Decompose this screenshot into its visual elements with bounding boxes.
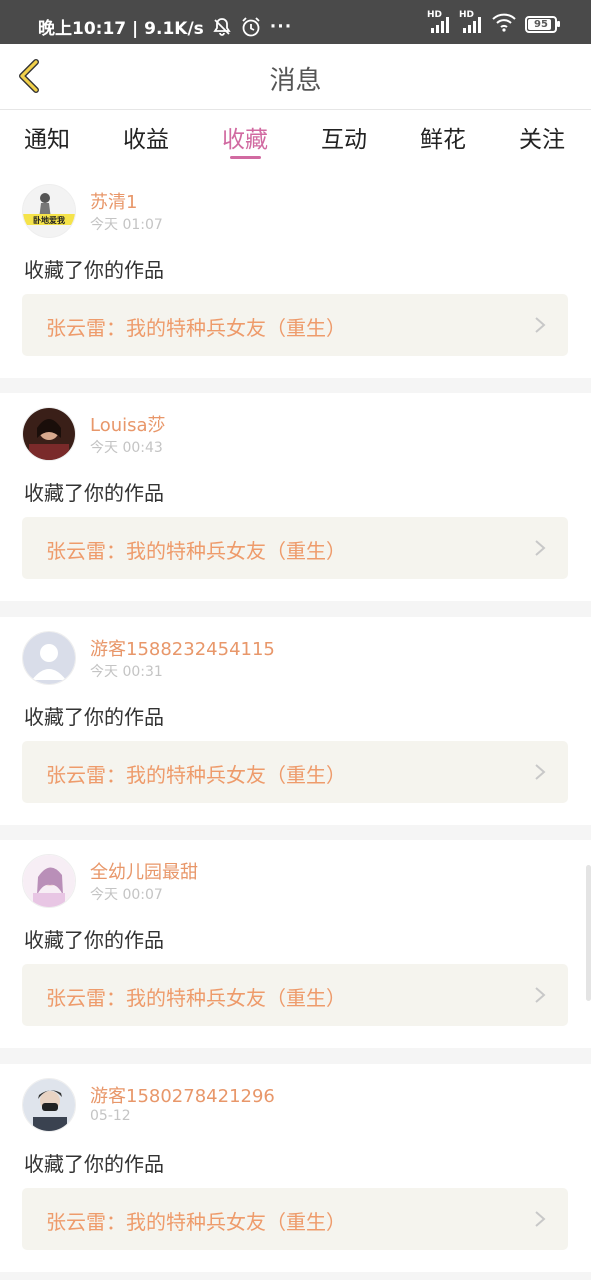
action-text: 收藏了你的作品 bbox=[24, 928, 164, 952]
timestamp: 今天 01:07 bbox=[90, 217, 163, 233]
avatar[interactable]: 卧地爱我 bbox=[22, 184, 76, 238]
time-speed: 晚上10:17 | 9.1K/s bbox=[38, 19, 204, 39]
avatar-caption: 卧地爱我 bbox=[33, 216, 65, 225]
default-avatar-icon[interactable] bbox=[22, 631, 76, 685]
list-item: 全幼儿园最甜 今天 00:07 收藏了你的作品 张云雷：我的特种兵女友（重生） bbox=[0, 840, 591, 1048]
action-text: 收藏了你的作品 bbox=[24, 481, 164, 505]
chevron-right-icon bbox=[535, 764, 546, 780]
tab-interaction[interactable]: 互动 bbox=[321, 120, 367, 154]
work-link[interactable]: 张云雷：我的特种兵女友（重生） bbox=[22, 294, 568, 356]
work-title: 张云雷：我的特种兵女友（重生） bbox=[46, 539, 346, 563]
work-link[interactable]: 张云雷：我的特种兵女友（重生） bbox=[22, 1188, 568, 1250]
signal-icon: HD bbox=[459, 10, 483, 34]
work-title: 张云雷：我的特种兵女友（重生） bbox=[46, 316, 346, 340]
action-text: 收藏了你的作品 bbox=[24, 705, 164, 729]
chevron-right-icon bbox=[535, 540, 546, 556]
list-item: 游客1588232454115 今天 00:31 收藏了你的作品 张云雷：我的特… bbox=[0, 617, 591, 825]
work-link[interactable]: 张云雷：我的特种兵女友（重生） bbox=[22, 517, 568, 579]
avatar[interactable] bbox=[22, 854, 76, 908]
action-text: 收藏了你的作品 bbox=[24, 258, 164, 282]
mute-bell-icon bbox=[212, 17, 232, 37]
signal-icon: HD bbox=[427, 10, 451, 34]
battery-icon: 95 bbox=[525, 15, 560, 33]
list-item: Louisa莎 今天 00:43 收藏了你的作品 张云雷：我的特种兵女友（重生） bbox=[0, 393, 591, 601]
chevron-right-icon bbox=[535, 1211, 546, 1227]
avatar[interactable] bbox=[22, 1078, 76, 1132]
page-title: 消息 bbox=[269, 66, 322, 96]
tab-notification[interactable]: 通知 bbox=[24, 120, 70, 154]
timestamp: 今天 00:31 bbox=[90, 664, 163, 680]
more-dots: ··· bbox=[269, 16, 293, 37]
username[interactable]: 全幼儿园最甜 bbox=[90, 858, 198, 884]
avatar[interactable] bbox=[22, 407, 76, 461]
list-item: 卧地爱我 苏清1 今天 01:07 收藏了你的作品 张云雷：我的特种兵女友（重生… bbox=[0, 170, 591, 378]
status-left: 晚上10:17 | 9.1K/s ··· bbox=[38, 14, 293, 40]
timestamp: 今天 00:07 bbox=[90, 887, 163, 903]
tab-follow[interactable]: 关注 bbox=[519, 120, 565, 154]
wifi-icon bbox=[491, 12, 517, 36]
action-text: 收藏了你的作品 bbox=[24, 1152, 164, 1176]
work-title: 张云雷：我的特种兵女友（重生） bbox=[46, 1210, 346, 1234]
tab-earnings[interactable]: 收益 bbox=[123, 120, 169, 154]
nav-bar: 消息 bbox=[0, 44, 591, 110]
work-title: 张云雷：我的特种兵女友（重生） bbox=[46, 986, 346, 1010]
tab-favorites[interactable]: 收藏 bbox=[222, 120, 268, 154]
work-title: 张云雷：我的特种兵女友（重生） bbox=[46, 763, 346, 787]
username[interactable]: Louisa莎 bbox=[90, 411, 166, 437]
status-right: HD HD 95 bbox=[427, 10, 560, 36]
scrollbar[interactable] bbox=[586, 865, 591, 1001]
username[interactable]: 游客1588232454115 bbox=[90, 635, 275, 661]
timestamp: 今天 00:43 bbox=[90, 440, 163, 456]
work-link[interactable]: 张云雷：我的特种兵女友（重生） bbox=[22, 964, 568, 1026]
username[interactable]: 苏清1 bbox=[90, 188, 137, 214]
list-item: 游客1580278421296 05-12 收藏了你的作品 张云雷：我的特种兵女… bbox=[0, 1064, 591, 1272]
chevron-right-icon bbox=[535, 987, 546, 1003]
tab-bar: 通知 收益 收藏 互动 鲜花 关注 bbox=[0, 110, 591, 170]
active-tab-indicator bbox=[230, 156, 261, 159]
chevron-right-icon bbox=[535, 317, 546, 333]
tab-flowers[interactable]: 鲜花 bbox=[420, 120, 466, 154]
battery-level: 95 bbox=[534, 18, 548, 30]
timestamp: 05-12 bbox=[90, 1108, 131, 1124]
alarm-icon bbox=[240, 16, 262, 38]
status-bar: 晚上10:17 | 9.1K/s ··· HD HD 95 bbox=[0, 0, 591, 44]
work-link[interactable]: 张云雷：我的特种兵女友（重生） bbox=[22, 741, 568, 803]
username[interactable]: 游客1580278421296 bbox=[90, 1082, 275, 1108]
